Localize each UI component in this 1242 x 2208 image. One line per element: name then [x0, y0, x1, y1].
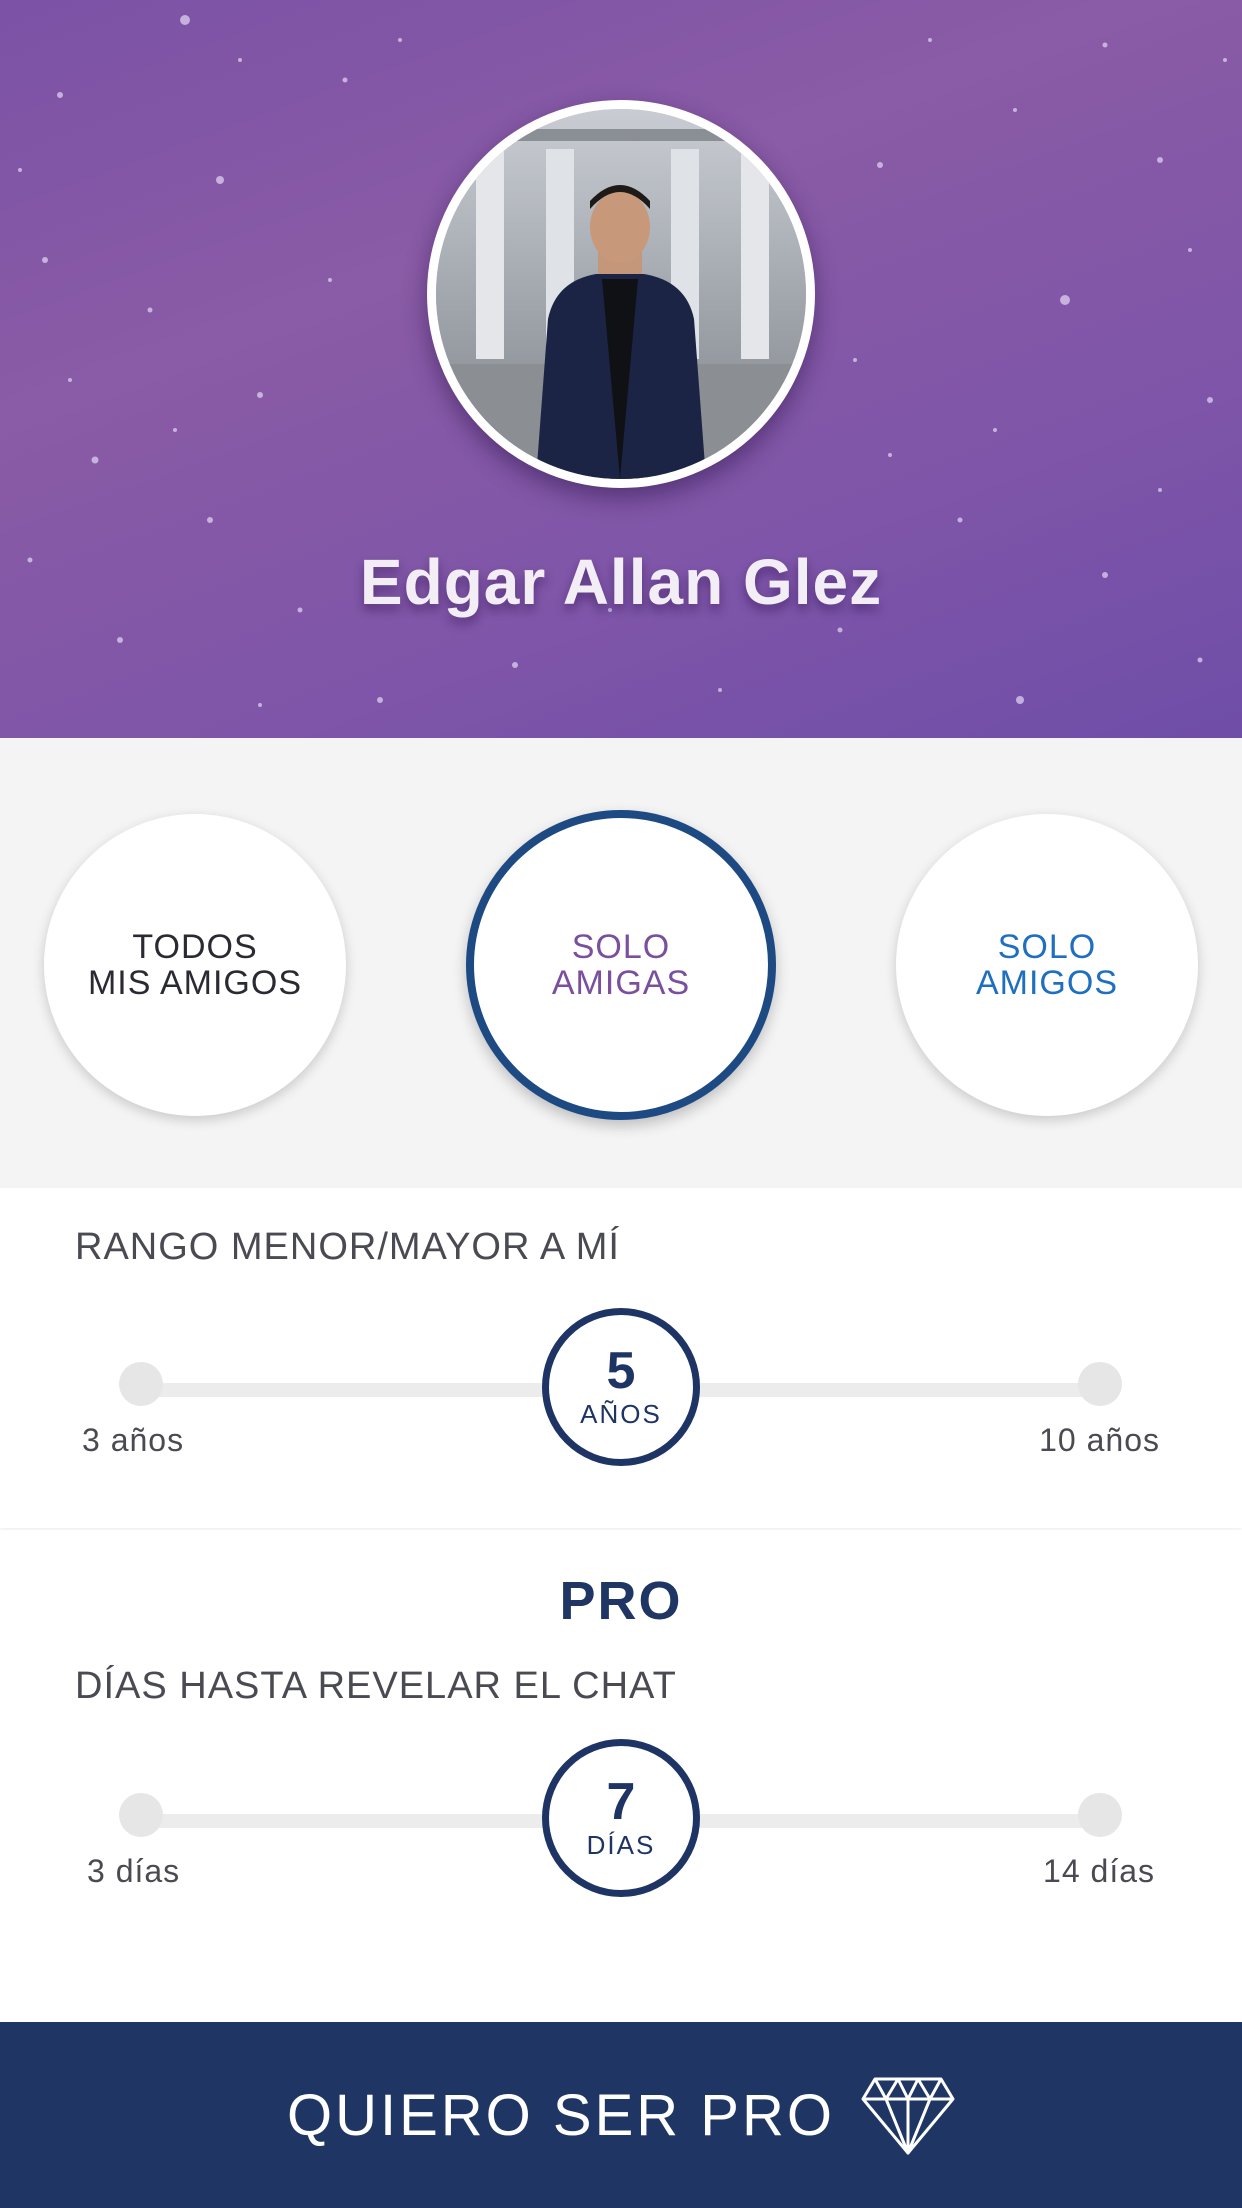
profile-header: Edgar Allan Glez: [0, 0, 1242, 738]
friend-filter: TODOS MIS AMIGOS SOLO AMIGAS SOLO AMIGOS: [0, 738, 1242, 1188]
age-range-slider-thumb[interactable]: 5 AÑOS: [542, 1308, 700, 1466]
age-range-unit: AÑOS: [580, 1399, 662, 1429]
chat-reveal-max-label: 14 días: [1043, 1853, 1155, 1889]
profile-name: Edgar Allan Glez: [359, 546, 883, 618]
chat-reveal-min-dot[interactable]: [119, 1793, 163, 1837]
filter-label-line1: SOLO: [997, 928, 1097, 966]
go-pro-button[interactable]: QUIERO SER PRO: [0, 2022, 1242, 2208]
age-range-min-label: 3 años: [82, 1422, 185, 1458]
age-range-max-dot[interactable]: [1078, 1362, 1122, 1406]
profile-photo: [436, 109, 806, 479]
filter-only-male-friends-button[interactable]: SOLO AMIGOS: [896, 814, 1198, 1116]
pro-title: PRO: [559, 1571, 683, 1631]
age-range-label: RANGO MENOR/MAYOR A MÍ: [75, 1226, 620, 1268]
filter-label-line1: SOLO: [571, 928, 671, 966]
diamond-icon: [861, 2075, 955, 2155]
go-pro-label: QUIERO SER PRO: [287, 2082, 835, 2148]
age-range-section: RANGO MENOR/MAYOR A MÍ 5 AÑOS 3 años 10 …: [0, 1188, 1242, 1528]
filter-all-friends-button[interactable]: TODOS MIS AMIGOS: [44, 814, 346, 1116]
avatar[interactable]: [427, 100, 815, 488]
filter-label-line2: AMIGOS: [975, 964, 1119, 1002]
chat-reveal-unit: DÍAS: [586, 1830, 656, 1860]
age-range-min-dot[interactable]: [119, 1362, 163, 1406]
age-range-max-label: 10 años: [1039, 1422, 1160, 1458]
chat-reveal-min-label: 3 días: [87, 1853, 181, 1889]
filter-label-line2: MIS AMIGOS: [87, 964, 303, 1002]
filter-only-female-friends-button[interactable]: SOLO AMIGAS: [466, 810, 776, 1120]
pro-section: PRO DÍAS HASTA REVELAR EL CHAT 7 DÍAS 3 …: [0, 1530, 1242, 2022]
filter-label-line1: TODOS: [132, 928, 258, 966]
chat-reveal-slider-thumb[interactable]: 7 DÍAS: [542, 1739, 700, 1897]
chat-reveal-value: 7: [606, 1773, 636, 1831]
chat-reveal-label: DÍAS HASTA REVELAR EL CHAT: [75, 1665, 677, 1707]
chat-reveal-max-dot[interactable]: [1078, 1793, 1122, 1837]
filter-label-line2: AMIGAS: [551, 964, 691, 1002]
age-range-value: 5: [606, 1342, 636, 1400]
